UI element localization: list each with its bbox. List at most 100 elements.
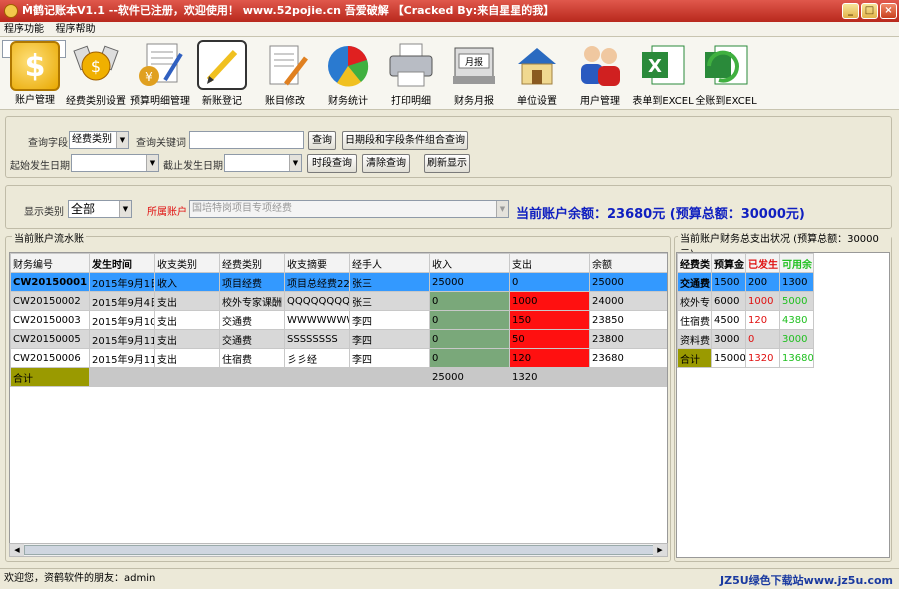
ledger-column-header[interactable]: 支出 [509, 253, 590, 273]
ledger-column-header[interactable]: 财务编号 [10, 253, 90, 273]
ledger-column-header[interactable]: 收入 [429, 253, 510, 273]
total-cell: 15000 [711, 348, 746, 368]
refresh-button[interactable]: 刷新显示 [424, 154, 470, 173]
table-row[interactable]: CW20150003 2015年9月10 支出 交通费 WWWWWWW 李四 0 150 238… [10, 310, 667, 330]
account-select[interactable]: 国培特岗项目专项经费 ▼ [189, 200, 509, 218]
ledger-column-header[interactable]: 收支类别 [154, 253, 220, 273]
table-row[interactable]: 交通费 1500 200 1300 [677, 272, 814, 292]
table-cell: 1300 [779, 272, 814, 292]
table-cell: 张三 [349, 291, 430, 311]
table-cell: 收入 [154, 272, 220, 292]
ledger-column-header[interactable]: 发生时间 [89, 253, 155, 273]
keyword-input[interactable] [189, 131, 304, 149]
table-cell: WWWWWWW [284, 310, 350, 330]
print-detail-button[interactable]: 打印明细 [379, 40, 443, 108]
table-row[interactable]: 住宿费 4500 120 4380 [677, 310, 814, 330]
ledger-column-header[interactable]: 余额 [589, 253, 667, 273]
table-cell: 0 [745, 329, 780, 349]
table-cell: 23680 [589, 348, 667, 368]
table-row[interactable]: 资料费 3000 0 3000 [677, 329, 814, 349]
monthly-report-icon: 月报 [449, 40, 499, 90]
monthly-report-button[interactable]: 月报 财务月报 [442, 40, 506, 108]
scroll-thumb[interactable] [24, 545, 654, 555]
combo-query-button[interactable]: 日期段和字段条件组合查询 [342, 131, 468, 150]
scroll-left-icon[interactable]: ◀ [10, 544, 24, 556]
total-cell [284, 367, 350, 387]
table-cell: 3000 [711, 329, 746, 349]
table-cell: 0 [429, 348, 510, 368]
minimize-button[interactable]: _ [842, 3, 859, 19]
account-manage-button[interactable]: $ 账户管理 [2, 40, 66, 106]
table-cell: 0 [429, 329, 510, 349]
total-cell: 1320 [745, 348, 780, 368]
menu-program-help[interactable]: 程序帮助 [52, 22, 100, 37]
query-field-select[interactable]: 经费类别 ▼ [69, 131, 129, 149]
summary-column-header[interactable]: 已发生 [745, 253, 780, 273]
table-cell: 4500 [711, 310, 746, 330]
table-cell: CW20150001 [10, 272, 90, 292]
ledger-column-header[interactable]: 经手人 [349, 253, 430, 273]
display-type-select[interactable]: 全部 ▼ [68, 200, 132, 218]
account-label: 所属账户 [147, 207, 187, 218]
table-cell: CW20150002 [10, 291, 90, 311]
table-cell: 校外专家课酬 [219, 291, 285, 311]
users-icon [575, 40, 625, 90]
fund-category-button[interactable]: $ 经费类别设置 [64, 40, 128, 108]
scroll-right-icon[interactable]: ▶ [653, 544, 667, 556]
table-cell: 4380 [779, 310, 814, 330]
end-date-label: 截止发生日期 [163, 161, 223, 172]
table-cell: CW20150003 [10, 310, 90, 330]
title-bar: Ṁ鹤记账本V1.1 --软件已注册，欢迎使用！ www.52pojie.cn 吾… [0, 0, 899, 22]
table-row[interactable]: 校外专 6000 1000 5000 [677, 291, 814, 311]
table-row[interactable]: CW20150002 2015年9月4日 支出 校外专家课酬 QQQQQQQQ 张三 0 10… [10, 291, 667, 311]
summary-column-header[interactable]: 经费类 [677, 253, 712, 273]
pencil-note-icon [197, 40, 247, 90]
edit-entry-button[interactable]: 账目修改 [253, 40, 317, 108]
toolbar: $ 账户管理 $ 经费类别设置 ¥ 预算明细管理 新账登记 账目修改 财务统计 … [0, 37, 899, 110]
search-button[interactable]: 查询 [308, 131, 336, 150]
close-button[interactable]: × [880, 3, 897, 19]
table-row[interactable]: CW20150006 2015年9月11 支出 住宿费 彡彡经 李四 0 120 23680 [10, 348, 667, 368]
table-cell: 2015年9月11 [89, 348, 155, 368]
table-cell: 项目总经费22 [284, 272, 350, 292]
query-panel: 查询字段 经费类别 ▼ 查询关键词 查询 日期段和字段条件组合查询 起始发生日期 … [5, 116, 892, 178]
svg-text:$: $ [25, 49, 46, 84]
table-cell: 校外专 [677, 291, 712, 311]
table-cell: 住宿费 [219, 348, 285, 368]
summary-column-header[interactable]: 可用余 [779, 253, 814, 273]
summary-column-header[interactable]: 预算金 [711, 253, 746, 273]
svg-text:月报: 月报 [465, 56, 483, 68]
menu-program-functions[interactable]: 程序功能 [0, 22, 48, 37]
ledger-column-header[interactable]: 收支摘要 [284, 253, 350, 273]
table-cell: 1000 [509, 291, 590, 311]
table-row[interactable]: CW20150001 2015年9月1日 收入 项目经费 项目总经费22 张三 25000 0… [10, 272, 667, 292]
table-cell: 1000 [745, 291, 780, 311]
table-cell: 交通费 [219, 329, 285, 349]
finance-stats-button[interactable]: 财务统计 [316, 40, 380, 108]
chevron-down-icon: ▼ [119, 201, 131, 217]
table-cell: 支出 [154, 348, 220, 368]
form-to-excel-button[interactable]: X 表单到EXCEL [631, 40, 695, 108]
total-cell [219, 367, 285, 387]
budget-detail-button[interactable]: ¥ 预算明细管理 [128, 40, 192, 108]
user-manage-button[interactable]: 用户管理 [568, 40, 632, 108]
end-date-picker[interactable]: ▼ [224, 154, 302, 172]
chevron-down-icon: ▼ [146, 155, 158, 171]
period-query-button[interactable]: 时段查询 [307, 154, 357, 173]
svg-text:¥: ¥ [145, 70, 153, 84]
table-cell: 50 [509, 329, 590, 349]
table-cell: 0 [509, 272, 590, 292]
new-entry-button[interactable]: 新账登记 [190, 40, 254, 108]
clear-query-button[interactable]: 清除查询 [362, 154, 410, 173]
table-row[interactable]: CW20150005 2015年9月11 支出 交通费 SSSSSSSS 李四 0 50 238… [10, 329, 667, 349]
horizontal-scrollbar[interactable]: ◀ ▶ [9, 543, 668, 557]
maximize-button[interactable]: □ [861, 3, 878, 19]
table-cell: CW20150005 [10, 329, 90, 349]
all-to-excel-button[interactable]: 全账到EXCEL [694, 40, 758, 108]
unit-settings-button[interactable]: 单位设置 [505, 40, 569, 108]
table-cell: 24000 [589, 291, 667, 311]
table-cell: CW20150006 [10, 348, 90, 368]
ledger-column-header[interactable]: 经费类别 [219, 253, 285, 273]
total-cell: 25000 [429, 367, 510, 387]
start-date-picker[interactable]: ▼ [71, 154, 159, 172]
